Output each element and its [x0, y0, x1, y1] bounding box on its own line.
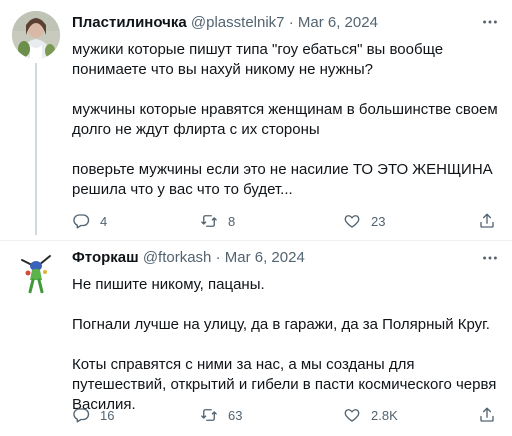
- avatar-drawing: [12, 246, 60, 294]
- tweet-paragraph: мужчины которые нравятся женщинам в боль…: [72, 101, 498, 138]
- share-icon: [480, 407, 494, 422]
- heart-icon: [344, 215, 360, 228]
- heart-icon: [344, 409, 360, 422]
- reply-button[interactable]: 16: [72, 405, 114, 425]
- repost-icon: [201, 215, 217, 227]
- tweet-text: мужики которые пишут типа "гоу ебаться" …: [72, 40, 502, 200]
- repost-count: 63: [228, 407, 243, 423]
- tweet-paragraph: поверьте мужчины если это не насилие ТО …: [72, 161, 493, 198]
- author-name[interactable]: Фторкаш: [72, 249, 139, 266]
- tweet-text: Не пишите никому, пацаны. Погнали лучше …: [72, 275, 502, 415]
- more-icon: [483, 20, 497, 24]
- more-button[interactable]: [480, 248, 500, 268]
- share-button[interactable]: [478, 405, 496, 425]
- more-button[interactable]: [480, 12, 500, 32]
- like-count: 2.8K: [371, 407, 398, 423]
- avatar[interactable]: [12, 246, 60, 294]
- reply-count: 16: [100, 407, 115, 423]
- tweet-paragraph: мужики которые пишут типа "гоу ебаться" …: [72, 41, 444, 78]
- tweet-1[interactable]: Пластилиночка @plasstelnik7 · Mar 6, 202…: [0, 0, 512, 240]
- header-separator: ·: [288, 14, 294, 31]
- tweet-actions: 4 8 23: [72, 211, 502, 231]
- reply-icon: [73, 214, 90, 229]
- tweet-header: Фторкаш @ftorkash · Mar 6, 2024: [72, 248, 305, 268]
- tweet-header: Пластилиночка @plasstelnik7 · Mar 6, 202…: [72, 13, 378, 33]
- reply-icon: [73, 408, 90, 423]
- like-button[interactable]: 23: [343, 211, 385, 231]
- more-icon: [483, 256, 497, 260]
- avatar[interactable]: [12, 11, 60, 59]
- header-separator: ·: [215, 249, 221, 266]
- avatar-photo: [12, 11, 60, 59]
- tweet-actions: 16 63 2.8K: [72, 405, 502, 425]
- tweet-paragraph: Погнали лучше на улицу, да в гаражи, да …: [72, 316, 490, 333]
- author-handle[interactable]: @plasstelnik7: [191, 14, 285, 31]
- tweet-paragraph: Не пишите никому, пацаны.: [72, 276, 265, 293]
- repost-count: 8: [228, 213, 236, 229]
- like-button[interactable]: 2.8K: [343, 405, 398, 425]
- share-icon: [480, 213, 494, 228]
- author-handle[interactable]: @ftorkash: [143, 249, 212, 266]
- tweet-date[interactable]: Mar 6, 2024: [298, 14, 378, 31]
- reply-count: 4: [100, 213, 108, 229]
- tweet-2[interactable]: Фторкаш @ftorkash · Mar 6, 2024 Не пишит…: [0, 240, 512, 436]
- share-button[interactable]: [478, 211, 496, 231]
- repost-button[interactable]: 63: [200, 405, 242, 425]
- repost-icon: [201, 409, 217, 421]
- thread-line: [35, 63, 37, 235]
- reply-button[interactable]: 4: [72, 211, 107, 231]
- like-count: 23: [371, 213, 386, 229]
- tweet-date[interactable]: Mar 6, 2024: [225, 249, 305, 266]
- author-name[interactable]: Пластилиночка: [72, 14, 187, 31]
- repost-button[interactable]: 8: [200, 211, 235, 231]
